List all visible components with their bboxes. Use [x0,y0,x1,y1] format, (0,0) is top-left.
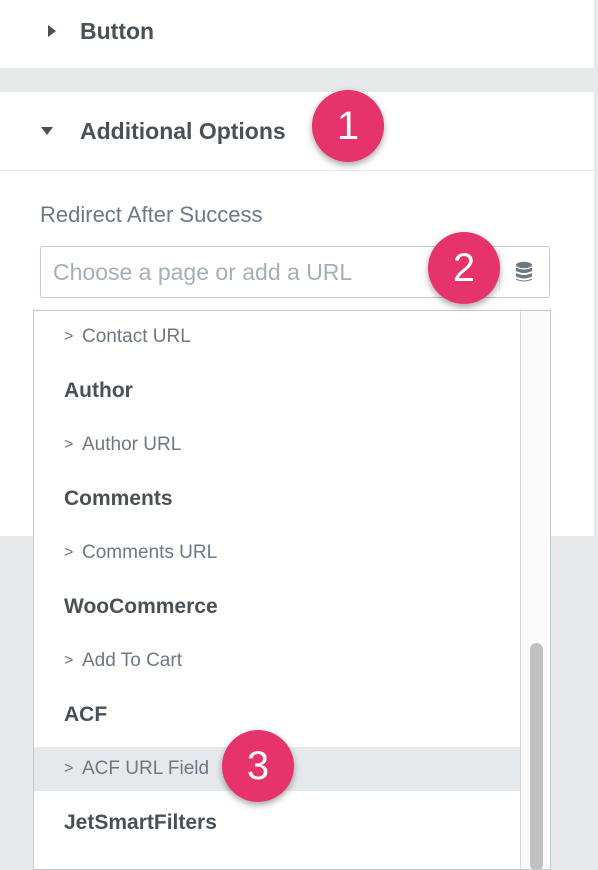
chevron-right-icon: > [64,544,74,561]
group-jetsmartfilters: JetSmartFilters [34,801,520,845]
step-badge-2: 2 [428,232,500,304]
group-comments: Comments [34,477,520,521]
group-acf: ACF [34,693,520,737]
section-button-header[interactable]: Button [0,0,594,69]
option-label: Author URL [82,434,182,455]
section-button-title: Button [80,18,155,44]
option-label: Contact URL [82,326,191,347]
option-add-to-cart[interactable]: > Add To Cart [34,639,520,683]
group-label: WooCommerce [64,595,218,618]
option-author-url[interactable]: > Author URL [34,423,520,467]
chevron-right-icon: > [64,652,74,669]
option-label: Add To Cart [82,650,182,671]
caret-right-icon [48,25,56,37]
group-label: Comments [64,487,173,510]
option-label: Comments URL [82,542,218,563]
group-label: JetSmartFilters [64,811,217,834]
redirect-after-success-label: Redirect After Success [40,202,263,227]
group-label: ACF [64,703,108,726]
group-woocommerce: WooCommerce [34,585,520,629]
step-badge-3: 3 [222,730,294,802]
option-comments-url[interactable]: > Comments URL [34,531,520,575]
scrollbar-thumb[interactable] [530,643,543,869]
section-gap [0,69,594,92]
database-icon[interactable] [515,261,533,283]
chevron-right-icon: > [64,760,74,777]
chevron-right-icon: > [64,328,74,345]
dropdown-scrollbar[interactable] [520,311,550,869]
section-additional-options-header[interactable]: Additional Options [0,92,594,171]
section-additional-options-title: Additional Options [80,118,286,144]
option-label: ACF URL Field [82,758,210,779]
option-contact-url[interactable]: > Contact URL [34,315,520,359]
group-author: Author [34,369,520,413]
step-badge-1: 1 [312,90,384,162]
group-label: Author [64,379,133,402]
url-options-dropdown: > Contact URL Author > Author URL Commen… [33,310,551,870]
caret-down-icon [41,127,53,135]
chevron-right-icon: > [64,436,74,453]
